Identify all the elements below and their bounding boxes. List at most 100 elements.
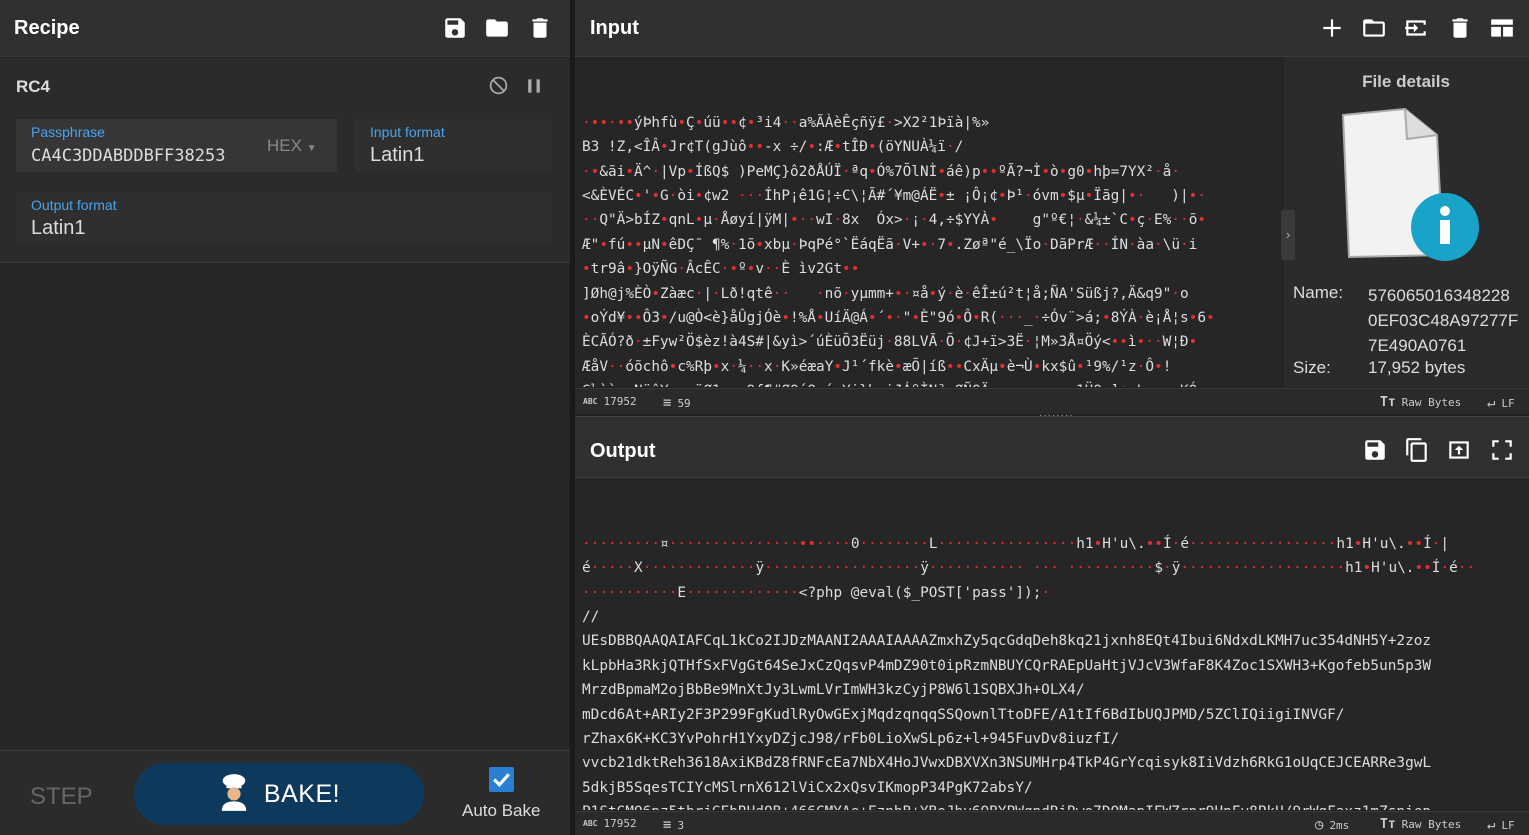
chevron-down-icon: ▼ [306, 143, 317, 154]
output-line-count: ≡ 3 [663, 817, 684, 833]
file-size-label: Size: [1293, 358, 1331, 377]
file-name-value: 576065016348228 0EF03C48A97277F 7E490A07… [1368, 283, 1518, 358]
passphrase-label: Passphrase [31, 124, 105, 140]
lines-icon: ≡ [663, 395, 672, 411]
recipe-title: Recipe [14, 17, 80, 39]
input-encoding-value: Raw Bytes [1401, 396, 1462, 409]
plus-icon[interactable] [1319, 15, 1345, 41]
output-line: mDcd6At+ARIy2F3P299FgKudlRyOwGExjMqdzqnq… [582, 706, 1345, 723]
disable-icon[interactable] [488, 75, 509, 96]
file-name-line: 576065016348228 [1368, 286, 1510, 305]
abc-icon: ABC [583, 397, 598, 406]
input-header: Input [575, 0, 1529, 57]
input-lines: ·••·••ýÞhfù•Ç•úü••¢•³i4··a%ÃÀèÊçñÿ£·>X2²… [582, 111, 1282, 387]
bake-label: BAKE! [263, 779, 341, 808]
chevron-right-icon: › [1285, 227, 1291, 242]
save-icon[interactable] [442, 15, 468, 41]
trash-icon[interactable] [527, 15, 553, 41]
recipe-header: Recipe [0, 0, 570, 57]
pause-icon[interactable] [524, 76, 544, 96]
output-line: é·····X·············ÿ··················ÿ… [582, 560, 1476, 577]
input-title: Input [590, 17, 639, 39]
chef-icon [218, 773, 250, 816]
output-header: ········ Output [575, 410, 1529, 478]
step-button[interactable]: STEP [30, 783, 93, 811]
file-name-line: 7E490A0761 [1368, 336, 1467, 355]
input-line: •oÝd¥••Ô3•/u@Ò<è}åÛgjÓè•!%Å•UíÄ@Á•´•·"•È… [582, 310, 1215, 327]
abc-icon: ABC [583, 819, 598, 828]
file-info-icon [1335, 105, 1485, 265]
text-encoding-icon: Tт [1380, 395, 1396, 410]
output-format-value[interactable]: Latin1 [31, 217, 86, 240]
input-line: •tr9â•}OÿÑG·ÂcÊC·•º•v··È ìv2Gt•• [582, 261, 860, 278]
output-lines: ·········¤···············••····0········… [582, 532, 1529, 810]
input-line: ·••·••ýÞhfù•Ç•úü••¢•³i4··a%ÃÀèÊçñÿ£·>X2²… [582, 114, 990, 131]
bake-button[interactable]: BAKE! [134, 763, 424, 825]
output-encoding-value: Raw Bytes [1401, 818, 1462, 831]
output-eol[interactable]: ↵ LF [1487, 817, 1515, 833]
passphrase-format-value: HEX [267, 136, 302, 155]
output-char-count: ABC 17952 [583, 817, 637, 830]
bake-time: ◷ 2ms [1315, 817, 1349, 833]
output-line: // [582, 609, 600, 626]
file-details-toggle[interactable]: › [1281, 210, 1295, 260]
text-encoding-icon: Tт [1380, 817, 1396, 832]
output-textarea[interactable]: ·········¤···············••····0········… [575, 478, 1529, 810]
passphrase-input[interactable]: CA4C3DDABDDBFF38253 [31, 146, 251, 166]
operation-name: RC4 [16, 77, 51, 96]
lines-icon: ≡ [663, 817, 672, 833]
rc4-operation: RC4 Passphrase CA4C3DDABDDBFF38253 HEX ▼… [0, 58, 570, 263]
output-line: ·········¤···············••····0········… [582, 535, 1450, 552]
output-encoding[interactable]: Tт Raw Bytes [1380, 817, 1461, 832]
output-eol-value: LF [1501, 818, 1515, 832]
output-line-count-value: 3 [677, 818, 685, 832]
return-icon: ↵ [1487, 817, 1496, 833]
bake-time-value: 2ms [1329, 818, 1350, 832]
input-line: ·•&ãi•Ä^·|Vp•ÍßQ$ )PeMÇ}ô2ðÅÚÏ·ªq•Ó%7ÕlN… [582, 163, 1180, 180]
input-line: B3 !Z,<ÎÂ•Jr¢T(gJùô••-x ÷/•:Æ•tÎÐ•(öYNUÀ… [582, 139, 964, 156]
input-line: ÈCÃÓ?ð·±Fyw²Ö$èz!à4S#|&yì>´úÈüÕ3Ëüj·88LV… [582, 334, 1198, 351]
folder-icon[interactable] [484, 15, 510, 41]
output-title: Output [590, 440, 656, 462]
output-line: MrzdBpmaM2ojBbBe9MnXtJy3LwmLVrImWH3kzCyj… [582, 682, 1085, 699]
layout-icon[interactable] [1489, 15, 1515, 41]
input-textarea[interactable]: ·••·••ýÞhfù•Ç•úü••¢•³i4··a%ÃÀèÊçñÿ£·>X2²… [575, 57, 1282, 387]
file-details-title: File details [1362, 72, 1450, 91]
trash-icon[interactable] [1447, 15, 1473, 41]
input-line: G½ò`••Nÿî¥••·äØ1_o•9f¶#ØQú8oú¿Yi}b iJÁºÌ… [582, 379, 1282, 387]
folder-icon[interactable] [1361, 15, 1387, 41]
output-line: ···········E·············<?php @eval($_P… [582, 584, 1051, 601]
output-line: 5dkjB5SqesTCIYcMSlrnX612lViCx2xQsvIKmopP… [582, 779, 1033, 796]
file-size-value: 17,952 bytes [1368, 358, 1466, 377]
output-line: kLpbHa3RkjQTHfSxFVgGt64SeJxCzQqsvP4mDZ90… [582, 657, 1432, 674]
copy-icon[interactable] [1404, 437, 1430, 463]
check-icon [493, 773, 510, 787]
passphrase-format-dropdown[interactable]: HEX ▼ [267, 136, 317, 156]
output-status-bar: ABC 17952 ≡ 3 ◷ 2ms Tт Raw Bytes ↵ LF [575, 811, 1529, 835]
input-encoding[interactable]: Tт Raw Bytes [1380, 395, 1461, 410]
output-line: vvcb21dktReh3618AxiKBdZ8fRNFcEa7NbX4HoJV… [582, 755, 1432, 772]
file-name-line: 0EF03C48A97277F [1368, 311, 1519, 330]
save-icon[interactable] [1362, 437, 1388, 463]
input-line-count-value: 59 [677, 396, 691, 410]
output-line: UEsDBBQAAQAIAFCqL1kCo2IJDzMAANI2AAAIAAAA… [582, 633, 1432, 650]
output-format-field[interactable]: Output format Latin1 [16, 192, 552, 244]
input-line: ]Øh@j%ÈÒ•Zàæc·|·Lð!qtê·· ·nõ·yµmm+•·¤å•ý… [582, 285, 1189, 302]
passphrase-field[interactable]: Passphrase CA4C3DDABDDBFF38253 HEX ▼ [16, 119, 337, 172]
resize-handle[interactable]: ········ [1039, 410, 1079, 421]
input-format-field[interactable]: Input format Latin1 [355, 119, 552, 172]
input-line: ··Q"Ä>bÍZ•qnL•µ·Åøyí|ÿM|•··wI·8x Óx>·¡·4… [582, 212, 1207, 229]
replace-input-icon[interactable] [1446, 437, 1472, 463]
input-char-count-value: 17952 [603, 395, 637, 408]
import-icon[interactable] [1403, 15, 1429, 41]
input-eol[interactable]: ↵ LF [1487, 395, 1515, 411]
input-char-count: ABC 17952 [583, 395, 637, 408]
output-char-count-value: 17952 [603, 817, 637, 830]
maximize-icon[interactable] [1489, 437, 1515, 463]
input-line: <&ÈVÉC•'•G·òi•¢w2 ···ÍhP¡ê1G¦÷C\¦Ã#´¥m@Á… [582, 188, 1206, 205]
input-line-count: ≡ 59 [663, 395, 691, 411]
input-format-value[interactable]: Latin1 [370, 144, 425, 167]
input-format-label: Input format [370, 124, 445, 140]
file-name-label: Name: [1293, 283, 1344, 302]
auto-bake-checkbox[interactable] [489, 767, 514, 792]
